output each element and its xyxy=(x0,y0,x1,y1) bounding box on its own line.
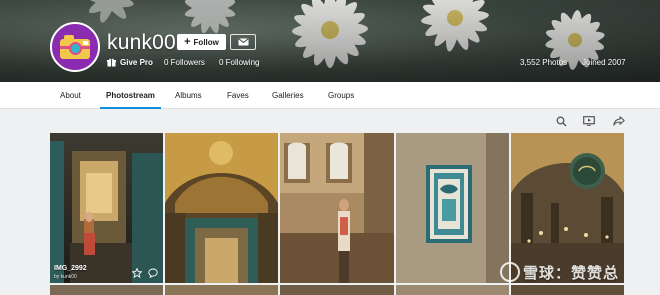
mail-icon xyxy=(237,38,249,46)
flickr-profile-page: kunk00 + Follow Give Pro 0 Followers 0 F… xyxy=(0,0,660,295)
follow-label: Follow xyxy=(193,37,219,47)
profile-nav: About Photostream Albums Faves Galleries… xyxy=(0,82,660,109)
tab-photostream[interactable]: Photostream xyxy=(100,82,161,109)
tab-groups[interactable]: Groups xyxy=(328,82,354,109)
star-icon[interactable] xyxy=(132,268,142,278)
watermark: 雪球：赞赞总 xyxy=(500,262,619,284)
photo-tile[interactable] xyxy=(511,133,624,283)
photo-tile[interactable] xyxy=(511,285,624,295)
photo-author[interactable]: by kunk00 xyxy=(54,274,77,280)
joined-date: Joined 2007 xyxy=(582,58,626,67)
photo-tile[interactable] xyxy=(280,285,394,295)
watermark-text: 雪球：赞赞总 xyxy=(523,265,620,282)
photo-tile[interactable] xyxy=(165,285,278,295)
photo-tile[interactable] xyxy=(50,285,163,295)
tab-galleries[interactable]: Galleries xyxy=(272,82,304,109)
followers-count[interactable]: 0 Followers xyxy=(164,58,205,67)
username: kunk00 xyxy=(107,31,176,54)
avatar[interactable] xyxy=(50,22,100,72)
photo-tile[interactable] xyxy=(280,133,394,283)
plus-icon: + xyxy=(184,36,191,48)
photo-tile[interactable] xyxy=(396,133,509,283)
follow-button[interactable]: + Follow xyxy=(177,34,226,50)
share-icon[interactable] xyxy=(612,114,626,128)
give-pro-link[interactable]: Give Pro xyxy=(107,58,153,67)
give-pro-label: Give Pro xyxy=(120,58,153,67)
photo-tile[interactable] xyxy=(165,133,278,283)
photo-tile[interactable] xyxy=(396,285,509,295)
gift-icon xyxy=(107,58,116,67)
photo-tile[interactable] xyxy=(50,133,163,283)
snowball-logo-icon xyxy=(500,262,520,283)
tab-faves[interactable]: Faves xyxy=(227,82,249,109)
following-count[interactable]: 0 Following xyxy=(219,58,259,67)
photos-count: 3,552 Photos xyxy=(520,58,568,67)
tab-about[interactable]: About xyxy=(60,82,81,109)
search-icon[interactable] xyxy=(554,114,568,128)
tab-albums[interactable]: Albums xyxy=(175,82,202,109)
photo-title[interactable]: IMG_2992 xyxy=(54,265,87,272)
message-button[interactable] xyxy=(230,34,256,50)
slideshow-icon[interactable] xyxy=(582,114,596,128)
comment-icon[interactable] xyxy=(148,268,158,278)
